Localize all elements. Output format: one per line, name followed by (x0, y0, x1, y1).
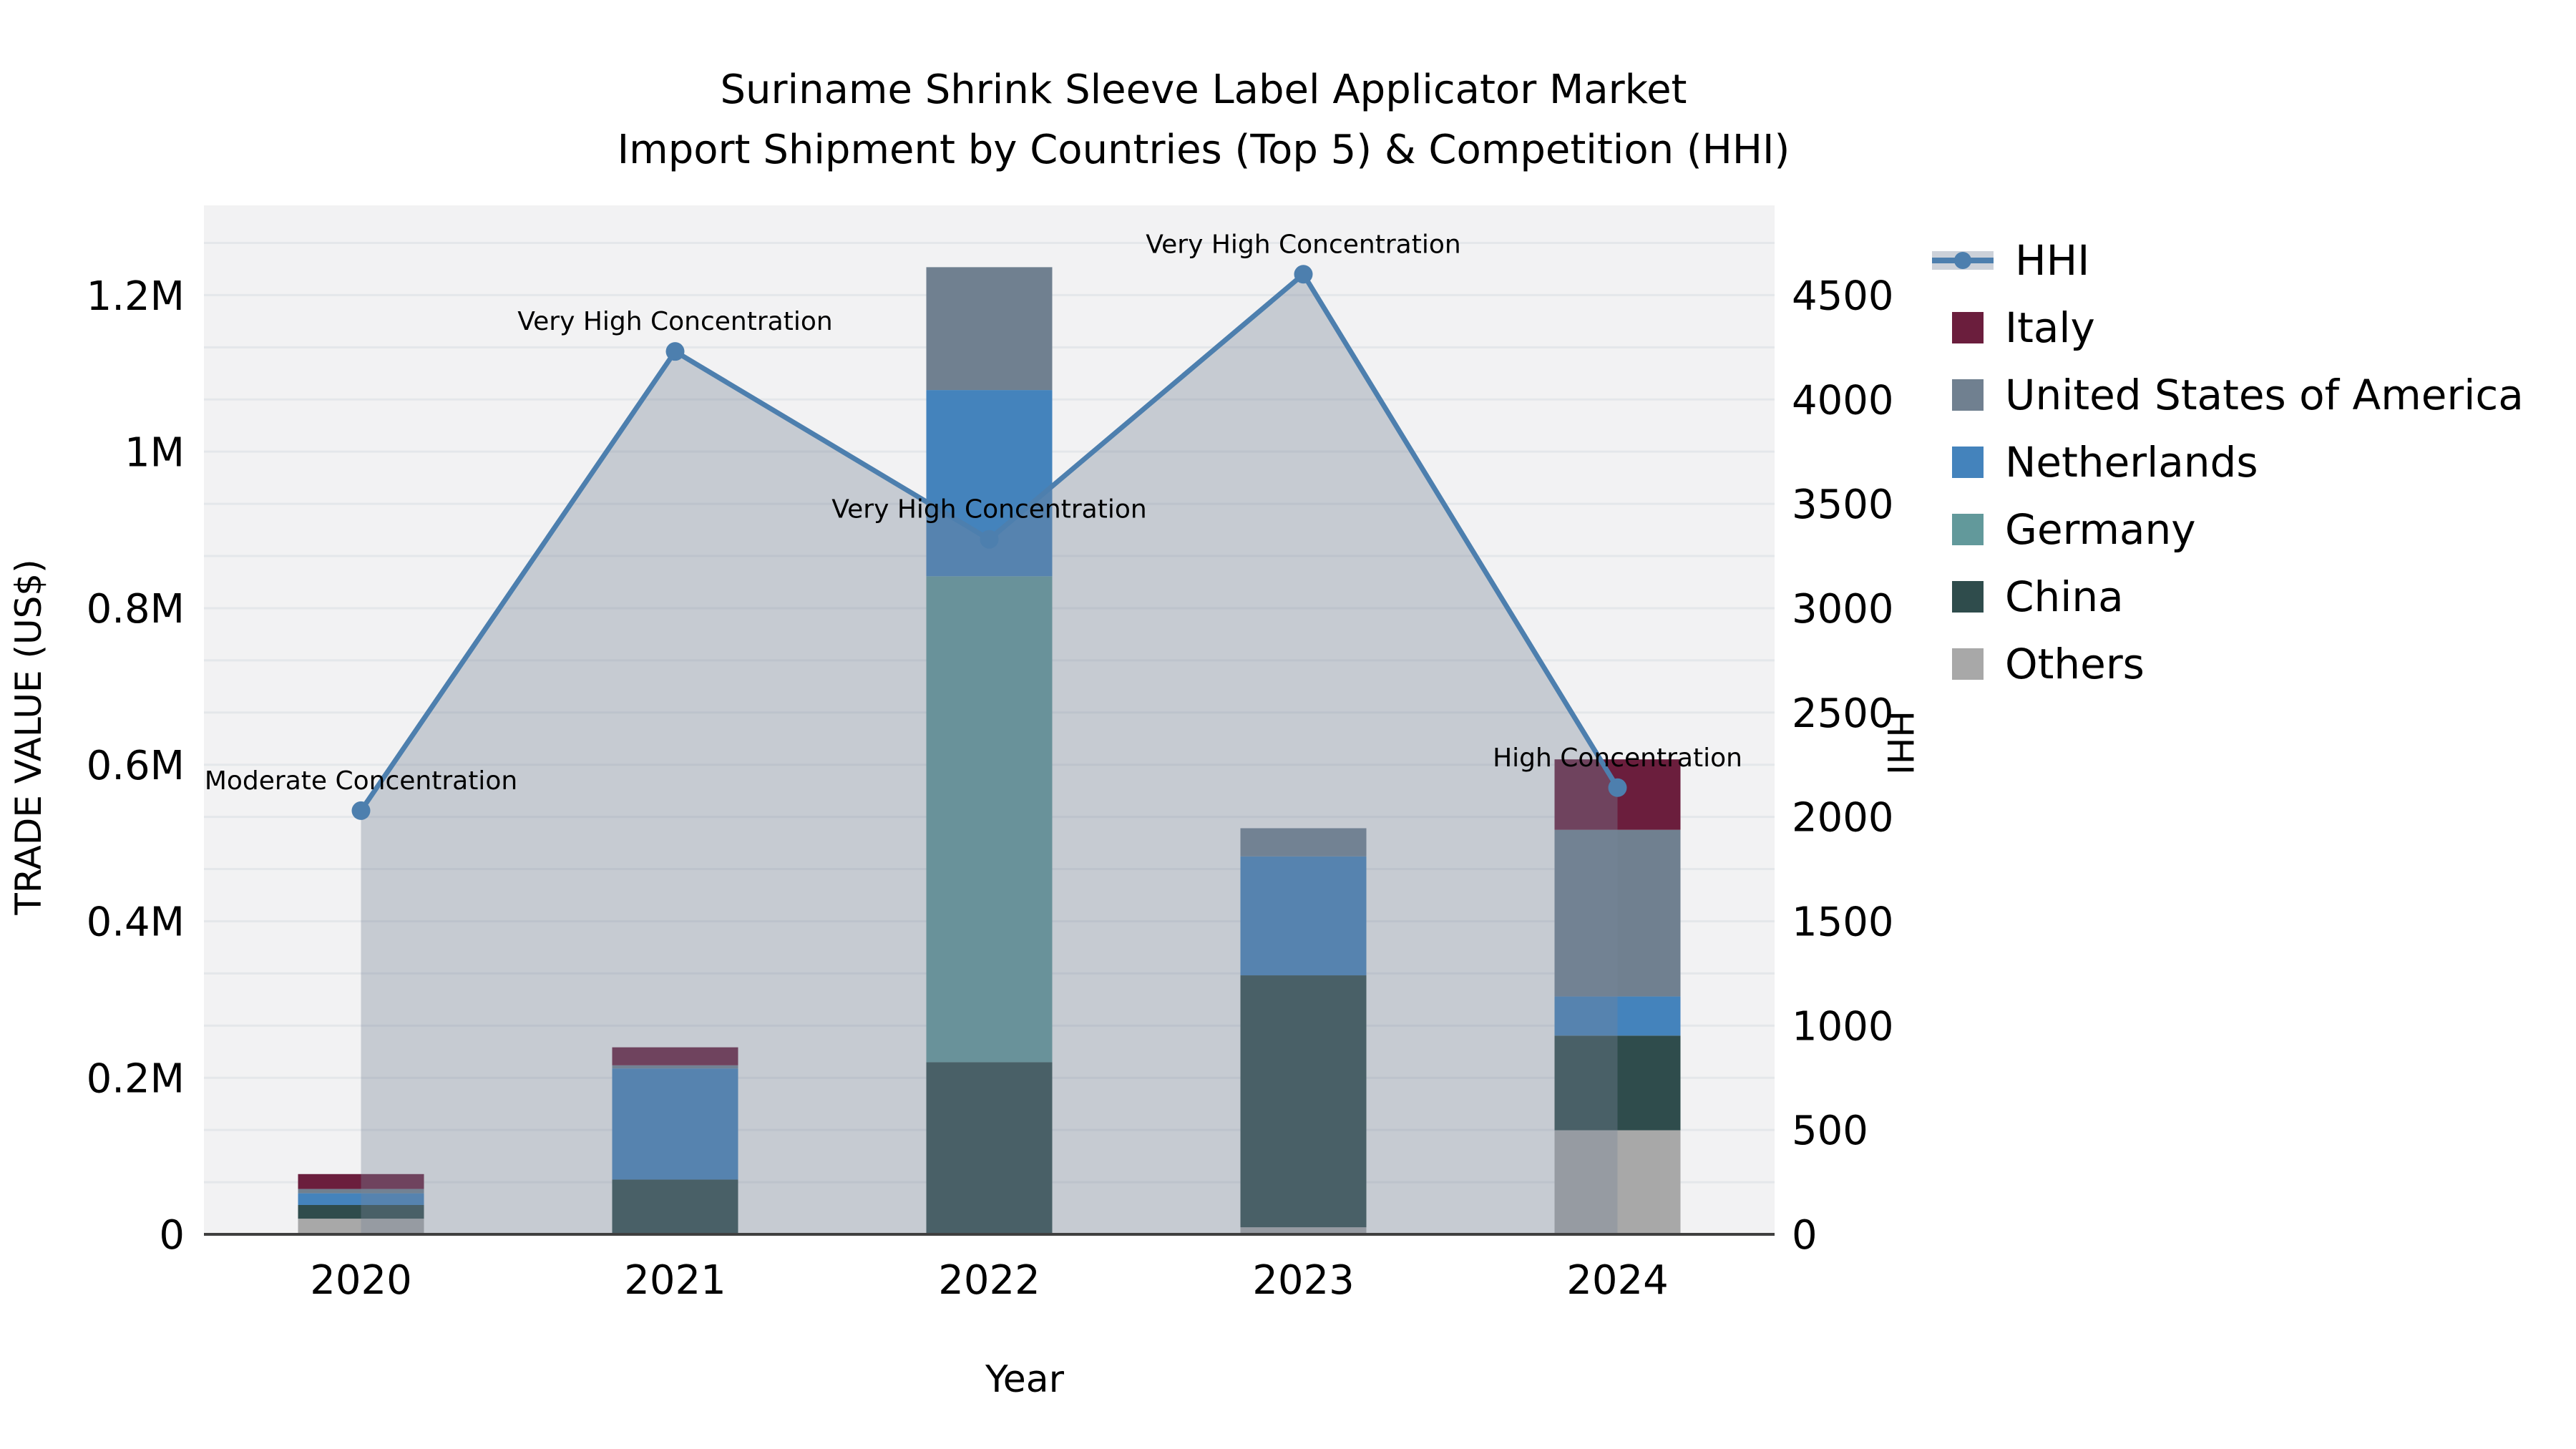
chart-title: Suriname Shrink Sleeve Label Applicator … (202, 60, 2205, 180)
chart-title-line2: Import Shipment by Countries (Top 5) & C… (617, 127, 1790, 173)
y-left-tick-label: 0.8M (87, 586, 185, 633)
legend-swatch-others (1952, 648, 1984, 680)
legend-label: Germany (2005, 505, 2196, 554)
hhi-marker-2020 (351, 801, 371, 820)
legend-label: United States of America (2005, 371, 2524, 419)
hhi-marker-2021 (665, 342, 685, 361)
legend-item-hhi: HHI (1932, 227, 2524, 294)
x-axis-title: Year (985, 1358, 1065, 1401)
y-left-tick-label: 0.6M (87, 743, 185, 789)
legend-item-others: Others (1932, 630, 2524, 698)
y-right-tick-label: 500 (1792, 1108, 1868, 1154)
y-right-tick-label: 2000 (1792, 795, 1894, 841)
y-left-tick-label: 0.4M (87, 899, 185, 946)
y-axis-title-right: HHI (1879, 711, 1921, 775)
y-right-tick-label: 3000 (1792, 586, 1894, 633)
legend-label: China (2005, 572, 2124, 621)
legend-item-china: China (1932, 563, 2524, 630)
y-left-tick-label: 1M (125, 429, 185, 476)
hhi-marker-2022 (980, 530, 999, 549)
legend: HHI Italy United States of America Netherla… (1932, 227, 2524, 698)
legend-label: Italy (2005, 303, 2095, 352)
y-left-tick-label: 1.2M (87, 273, 185, 320)
legend-label: Netherlands (2005, 438, 2258, 487)
annotation-2022: Very High Concentration (831, 495, 1146, 525)
x-tick-label-2022: 2022 (938, 1257, 1040, 1304)
y-left-tick-label: 0 (159, 1212, 185, 1259)
y-left-tick-label: 0.2M (87, 1055, 185, 1102)
y-right-tick-label: 4500 (1792, 273, 1894, 319)
annotation-2024: High Concentration (1493, 743, 1742, 773)
legend-swatch-germany (1952, 514, 1984, 545)
legend-marker-dot-icon (1954, 252, 1971, 269)
legend-swatch-china (1952, 581, 1984, 613)
y-right-tick-label: 0 (1792, 1212, 1818, 1259)
legend-label: Others (2005, 640, 2145, 688)
annotation-2020: Moderate Concentration (205, 766, 517, 796)
legend-item-netherlands: Netherlands (1932, 429, 2524, 496)
y-right-tick-label: 1000 (1792, 1003, 1894, 1050)
x-tick-label-2023: 2023 (1252, 1257, 1355, 1304)
legend-line-marker-icon (1932, 245, 1994, 276)
annotation-2023: Very High Concentration (1146, 230, 1460, 259)
legend-swatch-italy (1952, 312, 1984, 343)
x-tick-label-2024: 2024 (1566, 1257, 1669, 1304)
legend-item-united-states-of-america: United States of America (1932, 361, 2524, 429)
legend-item-italy: Italy (1932, 294, 2524, 361)
legend-swatch-netherlands (1952, 447, 1984, 478)
legend-item-germany: Germany (1932, 496, 2524, 563)
legend-swatch-united-states-of-america (1952, 379, 1984, 411)
y-right-tick-label: 3500 (1792, 482, 1894, 528)
x-tick-label-2020: 2020 (310, 1257, 412, 1304)
legend-label: HHI (2015, 236, 2090, 285)
bar-segment-united-states-of-america-2022 (926, 267, 1053, 391)
y-right-tick-label: 1500 (1792, 899, 1894, 945)
y-axis-title-left: TRADE VALUE (US$) (8, 559, 49, 915)
y-right-tick-label: 4000 (1792, 377, 1894, 424)
chart-canvas: 0 0.2M 0.4M 0.6M 0.8M 1M 1.2M 0 500 1000 1500 2000 2… (87, 205, 1894, 1304)
annotation-2021: Very High Concentration (517, 307, 832, 336)
chart-title-line1: Suriname Shrink Sleeve Label Applicator … (720, 67, 1687, 113)
hhi-marker-2024 (1608, 778, 1627, 797)
x-tick-label-2021: 2021 (624, 1257, 726, 1304)
hhi-marker-2023 (1294, 265, 1313, 284)
